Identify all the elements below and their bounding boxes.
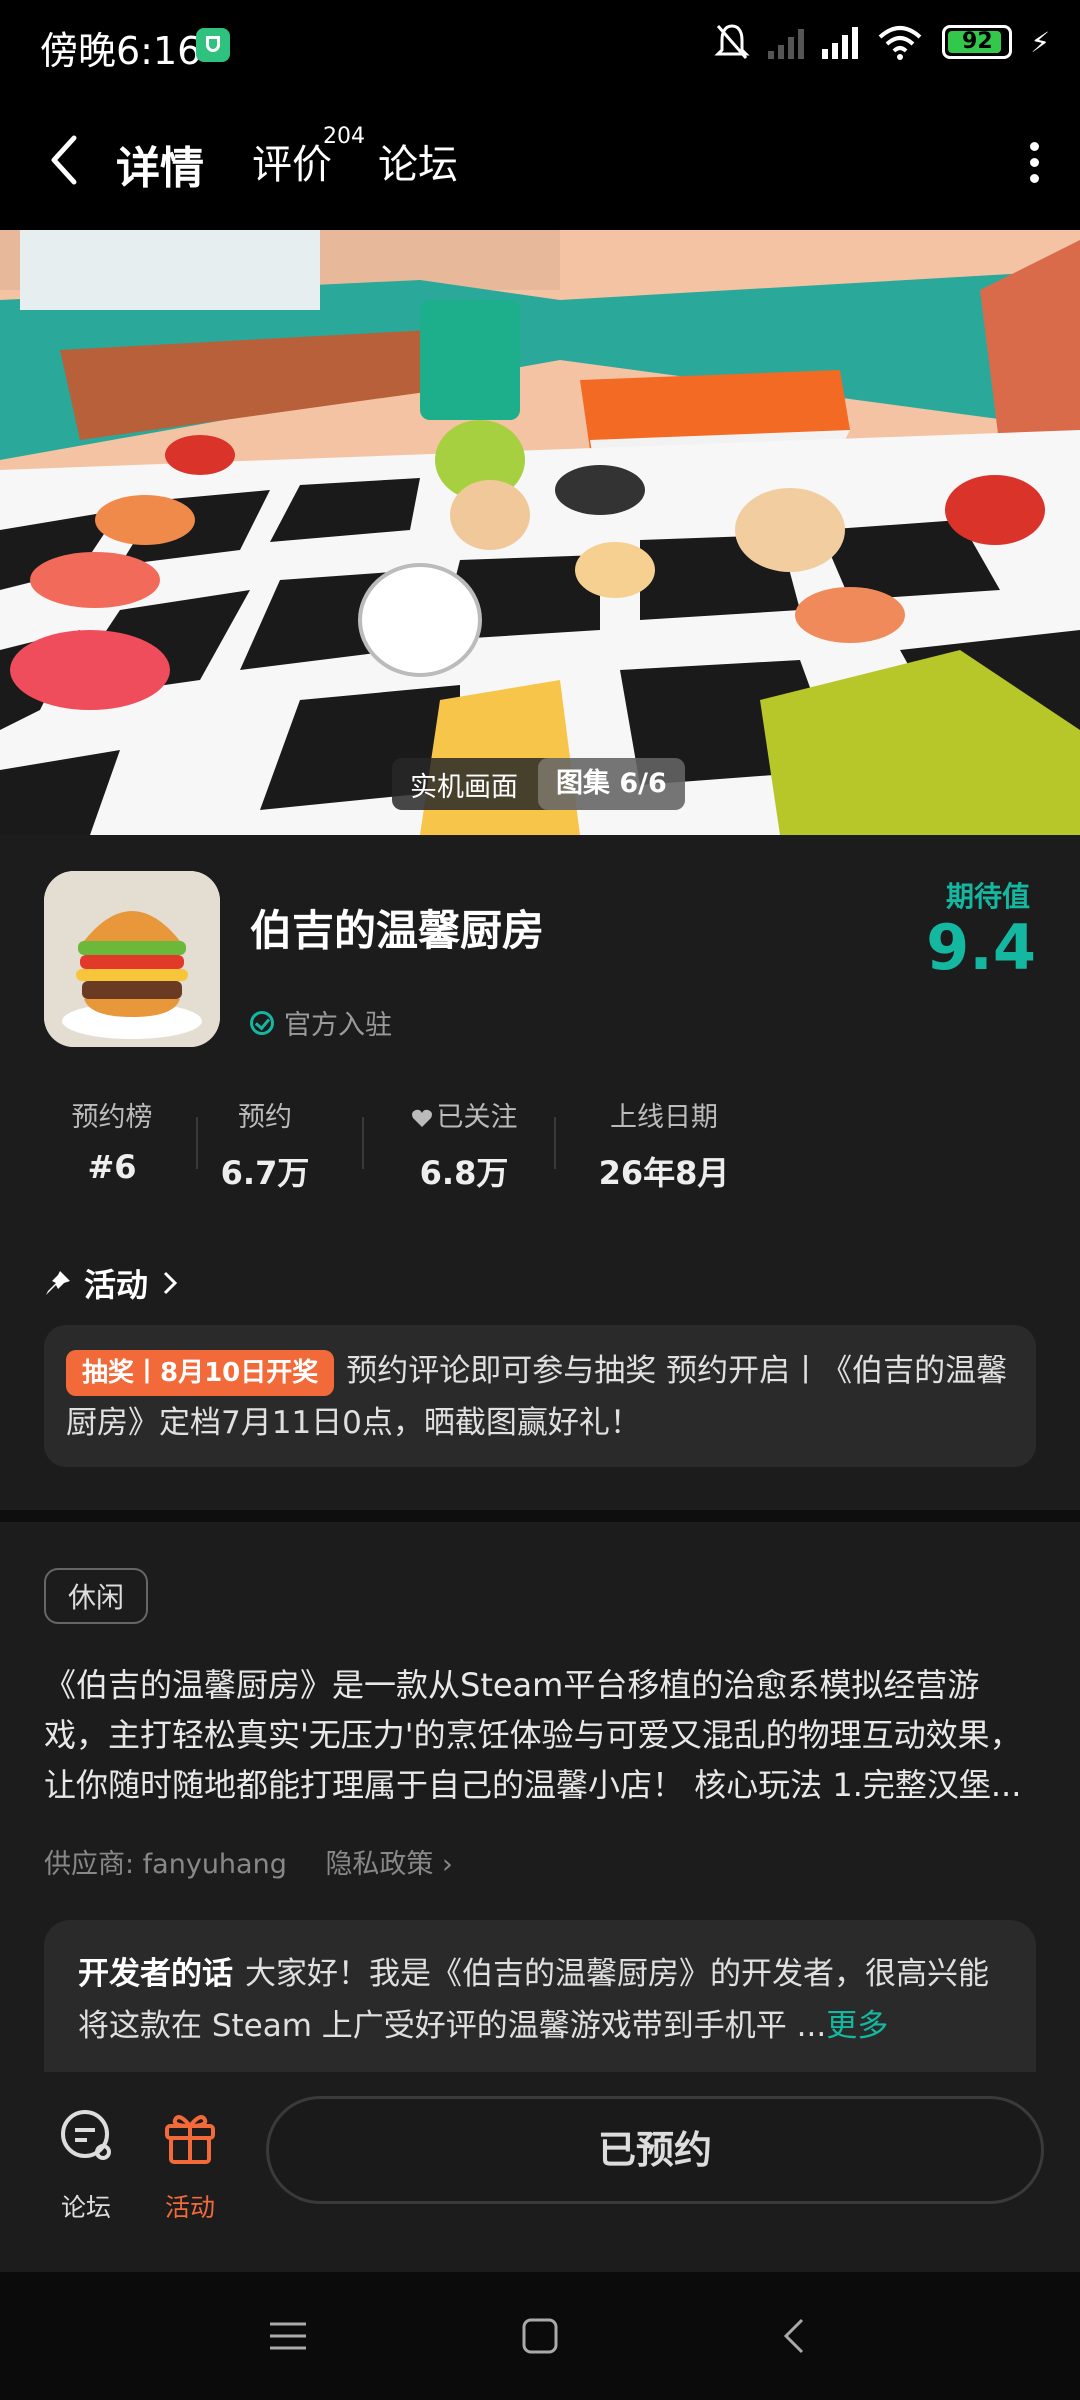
home-icon[interactable] bbox=[520, 2316, 560, 2356]
privacy-policy-link[interactable]: 隐私政策 › bbox=[325, 1849, 452, 1880]
menu-icon[interactable] bbox=[268, 2316, 308, 2356]
tab-details-label: 详情 bbox=[116, 143, 204, 194]
clock: 傍晚6:16 bbox=[40, 29, 202, 73]
anticipation-score: 9.4 bbox=[926, 911, 1036, 984]
stat-value: 6.8万 bbox=[419, 1154, 509, 1192]
stat-reserve-rank[interactable]: 预约榜 #6 bbox=[44, 1095, 180, 1186]
developer-more-link[interactable]: 更多 bbox=[826, 2008, 888, 2044]
forum-button[interactable]: 论坛 bbox=[46, 2108, 126, 2224]
activity-heading[interactable]: 活动 bbox=[44, 1260, 180, 1306]
app-icon bbox=[44, 871, 220, 1047]
section-separator bbox=[0, 1510, 1080, 1522]
game-info-section: 伯吉的温馨厨房 官方入驻 期待值 9.4 预约榜 #6 预约 6.7万 已关注 … bbox=[0, 835, 1080, 1510]
stat-label: 预约 bbox=[238, 1102, 292, 1133]
vendor-meta: 供应商: fanyuhang 隐私政策 › bbox=[44, 1842, 453, 1881]
stat-value: 26年8月 bbox=[598, 1154, 730, 1192]
charging-icon: ⚡ bbox=[1030, 25, 1050, 59]
activity-card[interactable]: 抽奖丨8月10日开奖 预约评论即可参与抽奖 预约开启丨《伯吉的温馨厨房》定档7月1… bbox=[44, 1325, 1036, 1467]
reserved-button[interactable]: 已预约 bbox=[266, 2096, 1044, 2204]
stat-reservations: 预约 6.7万 bbox=[210, 1095, 320, 1194]
stat-followers: 已关注 6.8万 bbox=[394, 1095, 534, 1194]
gift-icon bbox=[165, 2115, 215, 2164]
game-screenshot[interactable]: 实机画面 图集 6/6 bbox=[0, 230, 1080, 835]
official-label: 官方入驻 bbox=[284, 1010, 392, 1041]
back-arrow-icon[interactable] bbox=[44, 132, 88, 188]
lottery-pill: 抽奖丨8月10日开奖 bbox=[66, 1350, 335, 1396]
game-description[interactable]: 《伯吉的温馨厨房》是一款从Steam平台移植的治愈系模拟经营游戏，主打轻松真实'… bbox=[44, 1660, 1034, 1810]
battery-icon: 92 bbox=[942, 25, 1013, 59]
tab-forum[interactable]: 论坛 bbox=[378, 132, 458, 190]
activity-heading-label: 活动 bbox=[84, 1266, 149, 1304]
official-badge: 官方入驻 bbox=[250, 1003, 392, 1042]
vendor-label: 供应商: fanyuhang bbox=[44, 1849, 287, 1880]
stat-value: #6 bbox=[87, 1148, 137, 1186]
status-icons: 92 ⚡ bbox=[714, 22, 1050, 62]
heart-icon bbox=[411, 1109, 432, 1127]
developer-note-label: 开发者的话 bbox=[78, 1956, 233, 1992]
genre-tag[interactable]: 休闲 bbox=[44, 1568, 149, 1624]
mute-bell-icon bbox=[714, 24, 750, 59]
description-section: 休闲 《伯吉的温馨厨房》是一款从Steam平台移植的治愈系模拟经营游戏，主打轻松… bbox=[0, 1522, 1080, 2120]
security-shield-icon bbox=[196, 28, 230, 62]
stat-release-date: 上线日期 26年8月 bbox=[584, 1095, 744, 1194]
back-icon[interactable] bbox=[776, 2316, 816, 2356]
caption-real-footage: 实机画面 bbox=[410, 771, 518, 803]
review-count-badge: 204 bbox=[323, 124, 365, 149]
caption-gallery-count[interactable]: 图集 6/6 bbox=[538, 758, 685, 810]
stats-row: 预约榜 #6 预约 6.7万 已关注 6.8万 上线日期 26年8月 bbox=[44, 1095, 764, 1195]
verified-check-icon bbox=[250, 1010, 274, 1035]
pin-icon bbox=[46, 1271, 70, 1295]
kitchen-scene-image bbox=[0, 230, 1080, 835]
tab-forum-label: 论坛 bbox=[378, 142, 458, 188]
chevron-right-icon bbox=[163, 1271, 178, 1295]
stat-label: 已关注 bbox=[436, 1102, 518, 1133]
signal-hd-icon bbox=[822, 25, 859, 59]
tab-details[interactable]: 详情 bbox=[114, 132, 206, 198]
forum-chat-icon bbox=[61, 2110, 111, 2160]
anticipation-label: 期待值 bbox=[945, 880, 1030, 913]
battery-level: 92 bbox=[962, 29, 993, 54]
stat-label: 上线日期 bbox=[610, 1102, 718, 1133]
stat-label: 预约榜 bbox=[71, 1102, 153, 1133]
activity-label: 活动 bbox=[164, 2193, 215, 2222]
status-bar: 傍晚6:16 92 ⚡ bbox=[0, 0, 1080, 90]
top-nav: 详情 评价 204 论坛 bbox=[0, 90, 1080, 230]
more-options-icon[interactable] bbox=[1030, 142, 1042, 183]
signal-1-icon bbox=[768, 25, 805, 59]
tab-reviews[interactable]: 评价 bbox=[252, 132, 332, 190]
gallery-caption: 实机画面 图集 6/6 bbox=[392, 758, 685, 810]
game-title: 伯吉的温馨厨房 bbox=[250, 906, 545, 955]
bottom-action-bar: 论坛 活动 已预约 bbox=[0, 2072, 1080, 2272]
system-navigation-bar bbox=[0, 2272, 1080, 2400]
tab-reviews-label: 评价 bbox=[252, 142, 332, 188]
forum-label: 论坛 bbox=[60, 2193, 111, 2222]
wifi-icon bbox=[878, 26, 922, 60]
activity-button[interactable]: 活动 bbox=[150, 2108, 230, 2224]
stat-value: 6.7万 bbox=[220, 1154, 310, 1192]
